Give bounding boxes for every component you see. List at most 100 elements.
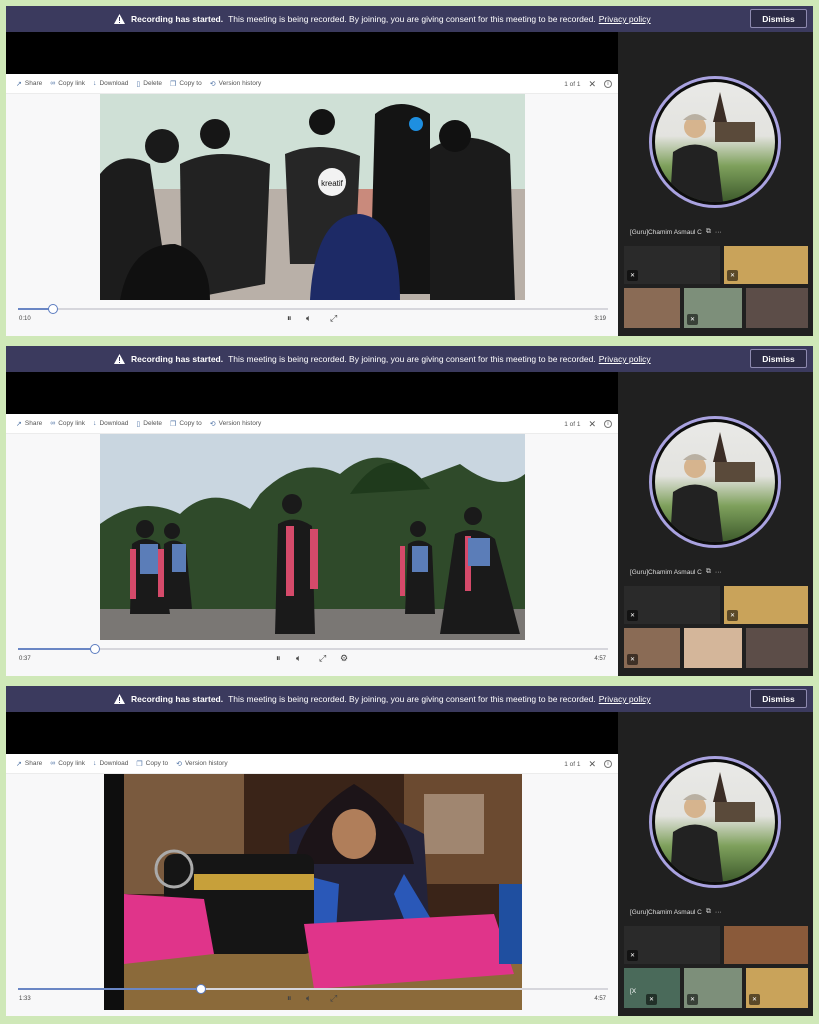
dismiss-button[interactable]: Dismiss [750,9,807,28]
download-button[interactable]: ↓ Download [93,80,128,87]
volume-icon[interactable]: 🔈︎ [306,313,311,324]
copy-to-label: Copy to [179,80,202,87]
history-icon: ⟲ [176,760,182,768]
video-frame[interactable] [104,774,522,1010]
more-options-icon[interactable]: ··· [715,909,722,916]
participant-tile[interactable]: ✕ [684,288,742,328]
privacy-policy-link[interactable]: Privacy policy [599,694,651,704]
copy-link-button[interactable]: ∞ Copy link [50,760,85,767]
seek-bar[interactable] [18,984,608,994]
avatar-photo [655,82,775,202]
version-history-button[interactable]: ⟲ Version history [210,420,262,428]
copy-to-button[interactable]: ❐ Copy to [170,80,202,88]
participant-tile[interactable] [624,288,680,328]
privacy-policy-link[interactable]: Privacy policy [599,354,651,364]
recording-message: This meeting is being recorded. By joini… [228,354,596,364]
share-icon: ↗ [16,760,22,768]
share-button[interactable]: ↗ Share [16,80,42,88]
copy-to-button[interactable]: ❐ Copy to [170,420,202,428]
viewer-toolbar: ↗ Share ∞ Copy link ↓ Download ▯ Delete ❐ Cop… [6,74,618,94]
share-button[interactable]: ↗ Share [16,760,42,768]
share-button[interactable]: ↗ Share [16,420,42,428]
video-viewer: ↗ Share ∞ Copy link ↓ Download ▯ Delete ❐ Cop… [6,414,618,676]
download-button[interactable]: ↓ Download [93,760,128,767]
current-time: 0:10 [19,316,31,322]
video-scene-dancers [100,434,525,640]
stage-top-bar [6,32,618,74]
participant-tile[interactable]: ✕ [724,586,808,624]
version-history-button[interactable]: ⟲ Version history [176,760,228,768]
participant-tile[interactable] [746,628,808,668]
viewer-toolbar: ↗ Share ∞ Copy link ↓ Download ▯ Delete ❐ Cop… [6,414,618,434]
participant-tile[interactable]: [X ✕ [624,968,680,1008]
fullscreen-icon[interactable]: ⤢ [319,653,326,664]
recording-banner: Recording has started. This meeting is b… [6,6,813,32]
settings-icon[interactable]: ⚙ [340,653,348,664]
participant-tile[interactable]: ✕ [624,926,720,964]
pause-icon[interactable]: ⏸ [276,653,281,664]
copy-to-label: Copy to [179,420,202,427]
participant-tile[interactable] [684,628,742,668]
close-icon[interactable]: ✕ [588,759,596,770]
participant-tile[interactable]: ✕ [724,246,808,284]
video-scene-students: kreatif [100,94,525,300]
mic-off-icon: ✕ [687,994,698,1005]
copy-link-button[interactable]: ∞ Copy link [50,80,85,87]
playback-controls: 0:37 ⏸ 🔈︎ ⤢ ⚙ 4:57 [6,640,618,676]
delete-button[interactable]: ▯ Delete [136,420,162,428]
copy-icon: ❐ [136,760,143,768]
fullscreen-icon[interactable]: ⤢ [330,313,337,324]
copy-link-label: Copy link [58,760,85,767]
info-icon[interactable]: i [604,420,612,428]
info-icon[interactable]: i [604,80,612,88]
video-viewer: ↗ Share ∞ Copy link ↓ Download ❐ Copy to ⟲ Ve… [6,754,618,1016]
download-button[interactable]: ↓ Download [93,420,128,427]
pause-icon[interactable]: ⏸ [287,313,292,324]
duration: 4:57 [594,656,606,662]
copy-to-button[interactable]: ❐ Copy to [136,760,168,768]
seek-handle[interactable] [48,304,59,314]
seek-handle[interactable] [195,984,206,994]
participant-tile[interactable]: ✕ [624,586,720,624]
close-icon[interactable]: ✕ [588,419,596,430]
close-icon[interactable]: ✕ [588,79,596,90]
privacy-policy-link[interactable]: Privacy policy [599,14,651,24]
more-options-icon[interactable]: ··· [715,569,722,576]
participant-tile[interactable]: ✕ [746,968,808,1008]
meeting-screen-1: Recording has started. This meeting is b… [6,6,813,336]
share-icon: ↗ [16,420,22,428]
viewer-nav: 1 of 1 ✕ i [556,754,612,774]
volume-icon[interactable]: 🔈︎ [296,653,301,664]
participant-tile[interactable]: ✕ [624,246,720,284]
participant-tile[interactable] [746,288,808,328]
copy-link-label: Copy link [58,80,85,87]
seek-progress [18,988,201,990]
participant-tile[interactable]: ✕ [684,968,742,1008]
recording-title: Recording has started. [131,354,224,364]
participant-tile[interactable] [724,926,808,964]
speaker-name-tag: [Guru]Chamim Asmaul C ⧉ ··· [630,568,722,576]
dismiss-button[interactable]: Dismiss [750,349,807,368]
warning-icon [114,354,125,364]
seek-bar[interactable] [18,644,608,654]
video-frame[interactable]: kreatif [100,94,525,300]
copy-link-button[interactable]: ∞ Copy link [50,420,85,427]
delete-button[interactable]: ▯ Delete [136,80,162,88]
screen-share-icon: ⧉ [705,568,711,575]
video-frame[interactable] [100,434,525,640]
speaker-name: [Guru]Chamim Asmaul C [630,908,702,916]
participant-tile[interactable]: ✕ [624,628,680,668]
dismiss-button[interactable]: Dismiss [750,689,807,708]
trash-icon: ▯ [136,80,141,88]
download-icon: ↓ [92,760,97,767]
viewer-nav: 1 of 1 ✕ i [556,74,612,94]
fullscreen-icon[interactable]: ⤢ [330,993,337,1004]
recording-title: Recording has started. [131,694,224,704]
seek-handle[interactable] [89,644,100,654]
info-icon[interactable]: i [604,760,612,768]
version-history-button[interactable]: ⟲ Version history [210,80,262,88]
seek-bar[interactable] [18,304,608,314]
volume-icon[interactable]: 🔈︎ [306,993,311,1004]
more-options-icon[interactable]: ··· [715,229,722,236]
pause-icon[interactable]: ⏸ [287,993,292,1004]
